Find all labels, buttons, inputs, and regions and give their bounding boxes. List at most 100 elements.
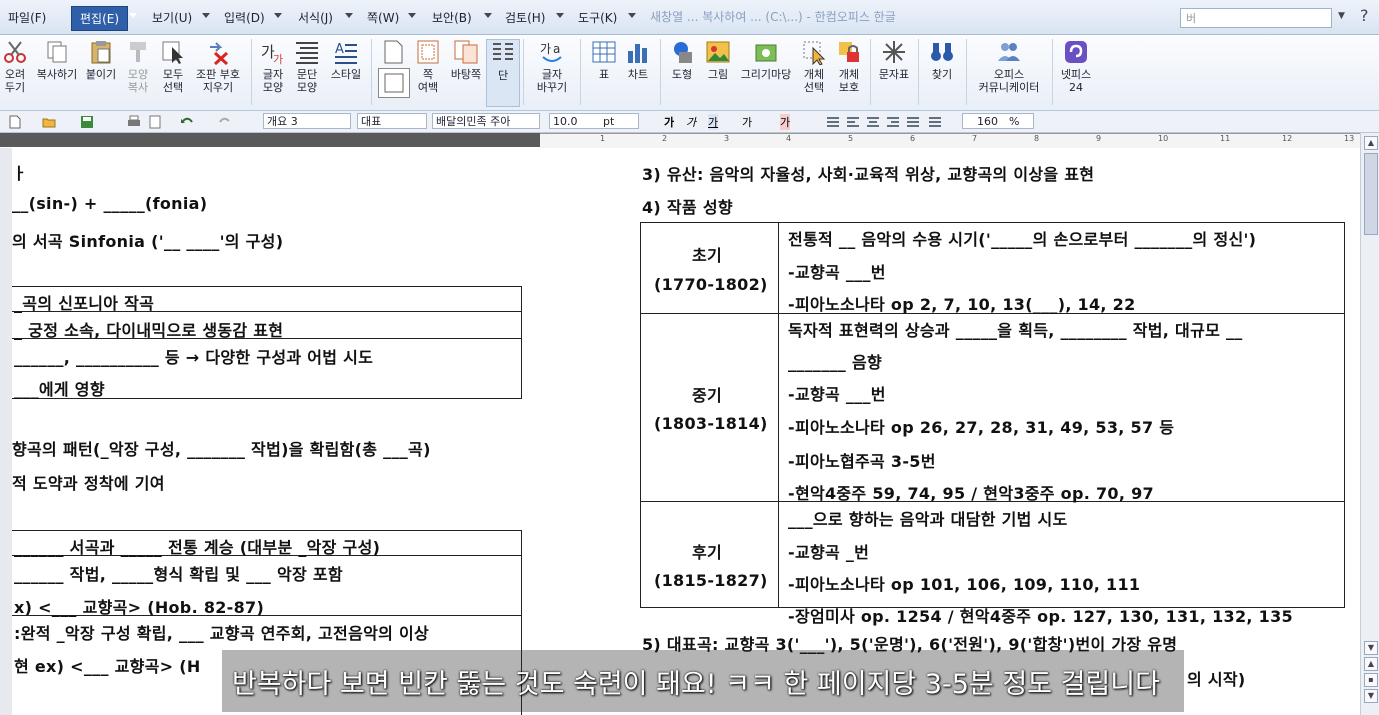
redo-icon[interactable] — [218, 114, 232, 128]
new-document-icon[interactable] — [8, 114, 22, 129]
para-shape-button[interactable]: 문단 모양 — [292, 39, 322, 94]
menu-security[interactable]: 보안(B) — [432, 9, 472, 26]
ruler-number: 13 — [1344, 134, 1355, 143]
menu-review[interactable]: 검토(H) — [505, 9, 545, 26]
page-up-icon[interactable]: ▲ — [1364, 657, 1378, 671]
scrollbar-thumb[interactable] — [1364, 153, 1378, 235]
print-icon[interactable] — [127, 114, 141, 128]
print-preview-icon[interactable] — [148, 114, 162, 129]
page-layout-button[interactable] — [378, 39, 410, 98]
format-copy-button[interactable]: 모양 복사 — [125, 39, 151, 94]
copy-button[interactable]: 복사하기 — [33, 39, 81, 81]
style-select[interactable]: 대표 — [357, 113, 427, 129]
search-input[interactable]: 버 — [1180, 8, 1332, 28]
char-shape-button[interactable]: 가가 글자 모양 — [258, 39, 288, 94]
align-justify-icon[interactable] — [826, 114, 840, 128]
ruler-number: 7 — [972, 134, 978, 143]
image-icon — [706, 41, 730, 63]
office-communicator-label: 오피스 커뮤니케이터 — [978, 68, 1040, 94]
font-size-input[interactable]: 10.0 pt — [549, 113, 639, 129]
chevron-down-icon[interactable]: ▼ — [1338, 11, 1345, 21]
office-communicator-button[interactable]: 오피스 커뮤니케이터 — [972, 39, 1046, 94]
chart-button[interactable]: 차트 — [624, 39, 652, 81]
remove-codes-label: 조판 부호 지우기 — [196, 68, 240, 94]
ruler-number: 3 — [724, 134, 730, 143]
menu-format[interactable]: 서식(J) — [298, 9, 333, 26]
shapes-label: 도형 — [671, 68, 693, 81]
format-toolbar: 개요 3 대표 배달의민족 주아 10.0 pt 가 가 가 가 가 160% — [0, 111, 1379, 133]
chevron-down-icon[interactable] — [484, 13, 492, 18]
menu-edit[interactable]: 편집(E) — [71, 6, 129, 31]
align-split-icon[interactable] — [928, 114, 942, 128]
undo-icon[interactable] — [180, 114, 194, 128]
chevron-down-icon[interactable] — [345, 13, 353, 18]
char-replace-button[interactable]: 가a 글자 바꾸기 — [530, 39, 574, 94]
doc-text: 의 시작) — [1187, 670, 1246, 689]
doc-text: 적 도약과 정착에 기여 — [12, 474, 165, 493]
symbol-button[interactable]: 문자표 — [876, 39, 912, 81]
paste-button[interactable]: 붙이기 — [85, 39, 117, 81]
chevron-down-icon[interactable] — [202, 13, 210, 18]
menu-view[interactable]: 보기(U) — [152, 9, 192, 26]
vertical-scrollbar[interactable]: ▲ ▼ ▲ ▪ ▼ — [1360, 133, 1379, 715]
menu-edit-dropdown-icon[interactable] — [129, 13, 137, 18]
drawing-button[interactable]: 그리기마당 — [738, 39, 794, 81]
underline-icon[interactable]: 가 — [708, 114, 719, 130]
background-page-button[interactable]: 바탕쪽 — [448, 39, 484, 81]
open-folder-icon[interactable] — [42, 114, 56, 128]
svg-text:가: 가 — [540, 42, 551, 56]
chevron-down-icon[interactable] — [274, 13, 282, 18]
document-page[interactable]: ㅏ __(sin-) + _____(fonia) 의 서곡 Sinfonia … — [12, 148, 1357, 715]
remove-codes-button[interactable]: 조판 부호 지우기 — [192, 39, 244, 94]
highlight-icon[interactable]: 가 — [780, 114, 791, 130]
save-icon[interactable] — [80, 114, 94, 128]
netffice-icon — [1065, 41, 1087, 63]
object-protect-button[interactable]: 개체 보호 — [834, 39, 864, 94]
picture-button[interactable]: 그림 — [704, 39, 732, 81]
horizontal-ruler[interactable]: 1 2 3 4 5 6 7 8 9 10 11 12 13 — [0, 133, 1379, 148]
zoom-value: 160 — [977, 115, 998, 128]
scroll-down-icon[interactable]: ▼ — [1364, 641, 1378, 655]
menu-file[interactable]: 파일(F) — [8, 9, 46, 26]
shapes-button[interactable]: 도형 — [667, 39, 697, 81]
align-distribute-icon[interactable] — [906, 114, 920, 128]
cut-button[interactable]: 오려 두기 — [2, 39, 28, 94]
font-color-icon[interactable]: 가 — [742, 114, 752, 130]
columns-button[interactable]: 단 — [486, 39, 520, 107]
outline-select[interactable]: 개요 3 — [263, 113, 351, 129]
bold-icon[interactable]: 가 — [664, 114, 674, 130]
menu-insert[interactable]: 입력(D) — [224, 9, 265, 26]
find-button[interactable]: 찾기 — [926, 39, 958, 81]
italic-icon[interactable]: 가 — [686, 114, 696, 130]
ribbon-toolbar: 오려 두기 복사하기 붙이기 모양 복사 모두 선택 조판 부호 지우기 가가 … — [0, 35, 1379, 111]
help-icon[interactable]: ? — [1360, 6, 1369, 25]
chevron-down-icon[interactable] — [556, 13, 564, 18]
subtitle-text: 반복하다 보면 빈칸 뚫는 것도 숙련이 돼요! ㅋㅋ 한 페이지당 3-5분 … — [232, 669, 1160, 700]
doc-text: 전통적 __ 음악의 수용 시기('_____의 손으로부터 _______의 … — [788, 230, 1257, 249]
zoom-input[interactable]: 160% — [962, 113, 1034, 129]
page-down-icon[interactable]: ▼ — [1364, 689, 1378, 703]
font-select[interactable]: 배달의민족 주아 — [432, 113, 540, 129]
font-size-value: 10.0 — [553, 115, 578, 128]
ribbon-separator — [251, 39, 252, 105]
chevron-down-icon[interactable] — [628, 13, 636, 18]
ribbon-separator — [1052, 39, 1053, 105]
object-select-button[interactable]: 개체 선택 — [800, 39, 828, 94]
align-left-icon[interactable] — [846, 114, 860, 128]
object-select-label: 개체 선택 — [803, 68, 825, 94]
align-right-icon[interactable] — [886, 114, 900, 128]
page-view-icon[interactable]: ▪ — [1364, 673, 1378, 687]
align-center-icon[interactable] — [866, 114, 880, 128]
page-margin-button[interactable]: 쪽 여백 — [413, 39, 443, 94]
menu-tools[interactable]: 도구(K) — [578, 9, 617, 26]
doc-text: 독자적 표현력의 상승과 _____을 획득, ________ 작법, 대규모… — [788, 321, 1243, 340]
select-all-button[interactable]: 모두 선택 — [160, 39, 186, 94]
doc-text: -피아노소나타 op 101, 106, 109, 110, 111 — [788, 575, 1141, 594]
ribbon-separator — [966, 39, 967, 105]
chevron-down-icon[interactable] — [408, 13, 416, 18]
netffice-button[interactable]: 넷피스 24 — [1058, 39, 1094, 94]
table-button[interactable]: 표 — [590, 39, 618, 81]
style-button[interactable]: A 스타일 — [328, 39, 364, 81]
menu-page[interactable]: 쪽(W) — [367, 9, 399, 26]
scroll-up-icon[interactable]: ▲ — [1364, 136, 1378, 150]
